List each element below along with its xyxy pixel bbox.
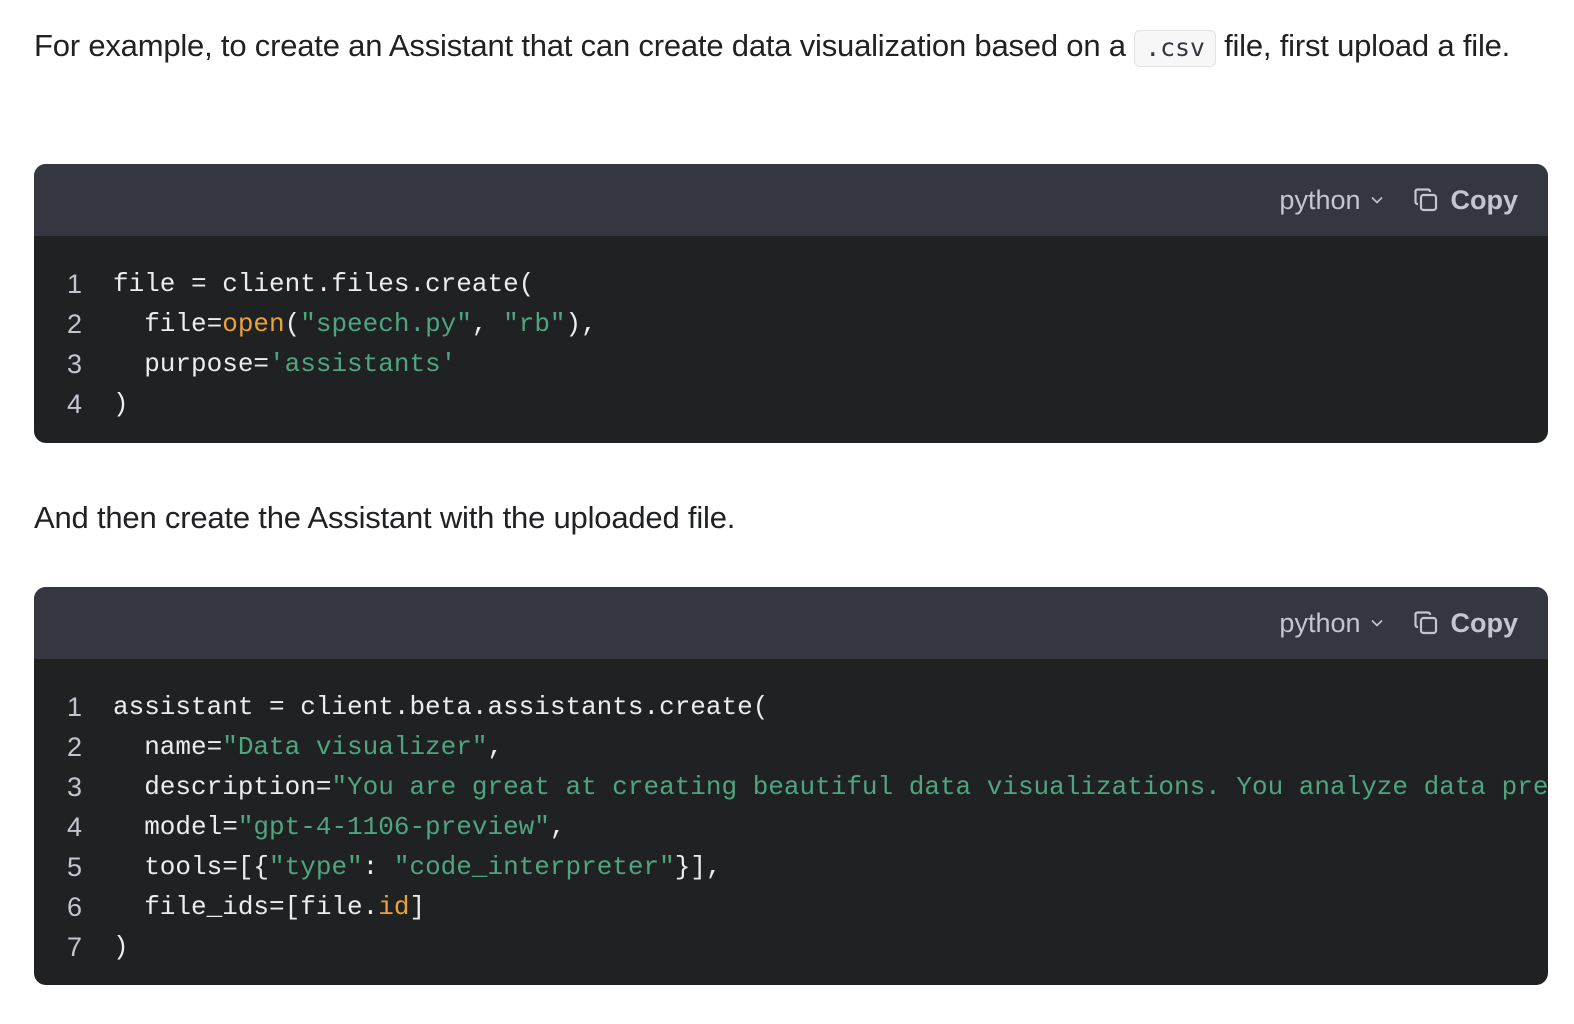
code-line: 7) — [34, 927, 1548, 967]
code-block-header: python Copy — [34, 587, 1548, 659]
line-number: 6 — [66, 892, 82, 922]
code-token: , — [549, 812, 566, 842]
code-token: file= — [113, 309, 223, 339]
code-token: "speech.py" — [300, 309, 472, 339]
chevron-down-icon — [1370, 619, 1383, 627]
line-number: 2 — [66, 309, 82, 339]
line-number: 3 — [66, 349, 82, 379]
line-number: 1 — [66, 269, 82, 299]
code-line: 2 file=open("speech.py", "rb"), — [34, 304, 1548, 344]
code-token: file_ids=[file. — [113, 892, 379, 922]
code-token: purpose= — [113, 349, 270, 379]
code-token: ( — [284, 309, 301, 339]
code-body: 1 assistant = client.beta.assistants.crea… — [34, 659, 1548, 967]
code-line: 5 tools=[{"type": "code_interpreter"}], — [34, 847, 1548, 887]
code-token: id — [378, 892, 410, 922]
code-text: assistant = client.beta.assistants.creat… — [113, 687, 768, 727]
code-block-assistant: python Copy 1 assistant = client.beta.ass… — [34, 587, 1548, 985]
code-block-header: python Copy — [34, 164, 1548, 236]
language-label: python — [1279, 607, 1361, 638]
code-text: ) — [113, 384, 129, 424]
code-token: ) — [113, 389, 129, 419]
copy-button[interactable]: Copy — [1413, 184, 1519, 216]
code-token: model= — [113, 812, 238, 842]
code-token: tools=[{ — [113, 852, 270, 882]
code-token: "code_interpreter" — [393, 852, 675, 882]
code-line: 3 purpose='assistants' — [34, 344, 1548, 384]
code-text: file_ids=[file.id] — [113, 887, 425, 927]
code-line: 4 model="gpt-4-1106-preview", — [34, 807, 1548, 847]
line-number: 4 — [66, 389, 82, 419]
code-line: 4) — [34, 384, 1548, 424]
language-select[interactable]: python — [1279, 184, 1383, 216]
code-token: "You are great at creating beautiful dat… — [331, 772, 1548, 802]
chevron-down-icon — [1370, 196, 1383, 204]
code-token: open — [222, 309, 285, 339]
code-line: 6 file_ids=[file.id] — [34, 887, 1548, 927]
code-token: "gpt-4-1106-preview" — [237, 812, 550, 842]
code-token: name= — [113, 732, 223, 762]
code-text: model="gpt-4-1106-preview", — [113, 807, 566, 847]
code-line: 1 assistant = client.beta.assistants.crea… — [34, 687, 1548, 727]
middle-paragraph: And then create the Assistant with the u… — [34, 500, 736, 535]
code-token: assistant = client.beta.assistants.creat… — [113, 692, 769, 722]
inline-code-csv: .csv — [1134, 30, 1216, 67]
code-token: ), — [565, 309, 597, 339]
code-token: file = client.files.create( — [113, 269, 535, 299]
code-text: name="Data visualizer", — [113, 727, 503, 767]
line-number: 3 — [66, 772, 82, 802]
copy-label: Copy — [1450, 184, 1519, 215]
code-token: , — [487, 732, 504, 762]
copy-icon — [1413, 188, 1437, 212]
code-text: description="You are great at creating b… — [113, 767, 1548, 807]
intro-text-after: file, first upload a file. — [1215, 28, 1511, 63]
code-text: file = client.files.create( — [113, 264, 534, 304]
code-token: ] — [409, 892, 426, 922]
code-token: ) — [113, 932, 129, 962]
line-number: 2 — [66, 732, 82, 762]
code-text: purpose='assistants' — [113, 344, 456, 384]
line-number: 5 — [66, 852, 82, 882]
code-line: 3 description="You are great at creating… — [34, 767, 1548, 807]
copy-label: Copy — [1450, 607, 1519, 638]
code-token: 'assistants' — [269, 349, 457, 379]
code-text: tools=[{"type": "code_interpreter"}], — [113, 847, 722, 887]
intro-text-before: For example, to create an Assistant that… — [34, 28, 1135, 63]
code-line: 2 name="Data visualizer", — [34, 727, 1548, 767]
code-token: "type" — [269, 852, 363, 882]
copy-button[interactable]: Copy — [1413, 607, 1519, 639]
line-number: 7 — [66, 932, 82, 962]
code-token: description= — [113, 772, 332, 802]
code-text: file=open("speech.py", "rb"), — [113, 304, 597, 344]
code-token: }], — [674, 852, 722, 882]
code-line: 1 file = client.files.create( — [34, 264, 1548, 304]
copy-icon — [1413, 611, 1437, 635]
code-body: 1 file = client.files.create( 2 file=open(… — [34, 236, 1548, 424]
code-token: "Data visualizer" — [222, 732, 488, 762]
code-block-upload: python Copy 1 file = client.files.create(… — [34, 164, 1548, 443]
language-label: python — [1279, 184, 1361, 215]
code-token: : — [362, 852, 394, 882]
line-number: 1 — [66, 692, 82, 722]
code-token: "rb" — [503, 309, 566, 339]
intro-paragraph: For example, to create an Assistant that… — [34, 22, 1534, 71]
code-token: , — [471, 309, 504, 339]
language-select[interactable]: python — [1279, 607, 1383, 639]
code-text: ) — [113, 927, 129, 967]
line-number: 4 — [66, 812, 82, 842]
